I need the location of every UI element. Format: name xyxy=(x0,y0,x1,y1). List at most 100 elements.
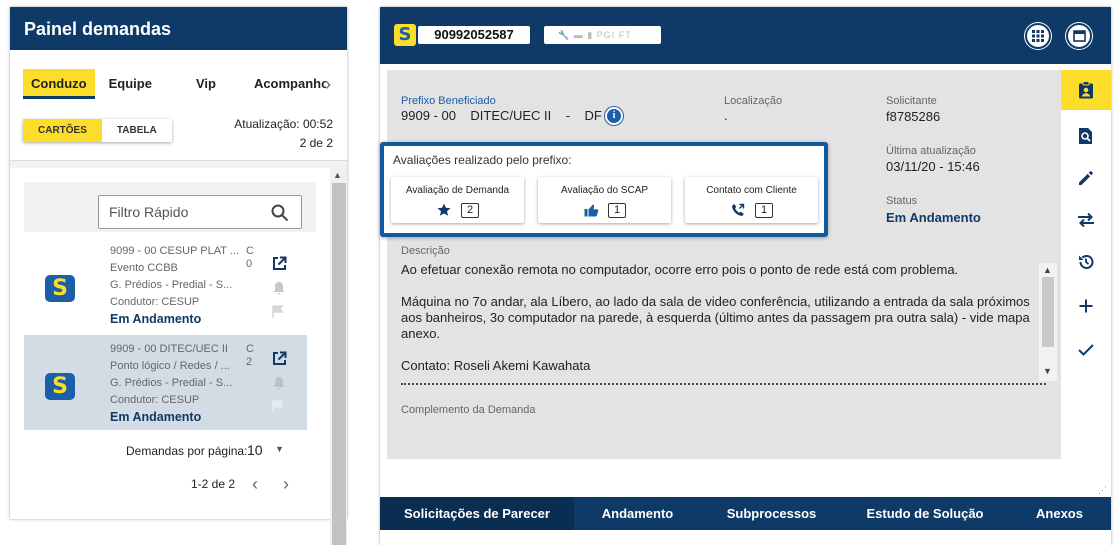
card-conductor: Condutor: CESUP xyxy=(110,394,200,406)
bell-icon[interactable] xyxy=(272,376,286,390)
open-external-icon[interactable] xyxy=(272,256,287,271)
description-box[interactable]: Ao efetuar conexão remota no computador,… xyxy=(399,255,1057,381)
tab-equipe[interactable]: Equipe xyxy=(101,69,160,99)
tab-anexos[interactable]: Anexos xyxy=(1008,497,1111,530)
card-prefix: 9909 - 00 DITEC/UEC II xyxy=(110,343,228,355)
tab-conduzo[interactable]: Conduzo xyxy=(23,69,95,99)
window-icon xyxy=(1072,30,1086,42)
card-truncated-text: C0 xyxy=(246,245,254,270)
add-button[interactable] xyxy=(1061,286,1111,326)
card-truncated-text: C2 xyxy=(246,343,254,368)
divider xyxy=(10,160,347,168)
tool-labels: PGI FT xyxy=(596,30,632,40)
popup-title: Avaliações realizado pelo prefixo: xyxy=(393,153,572,167)
search-icon[interactable] xyxy=(271,204,289,222)
info-icon[interactable]: i xyxy=(605,107,623,125)
document-search-icon xyxy=(1079,128,1092,144)
scroll-up-icon[interactable]: ▲ xyxy=(1043,265,1052,275)
eval-demand-count: 2 xyxy=(461,203,479,218)
last-update-value: 03/11/20 - 15:46 xyxy=(886,159,980,174)
tab-solicitacoes-parecer[interactable]: Solicitações de Parecer xyxy=(380,497,574,530)
tab-subprocessos[interactable]: Subprocessos xyxy=(701,497,842,530)
filter-placeholder: Filtro Rápido xyxy=(109,204,189,220)
transfer-button[interactable] xyxy=(1061,200,1111,240)
divider xyxy=(401,383,1046,385)
chevron-right-icon[interactable]: › xyxy=(325,74,331,95)
card-status: Em Andamento xyxy=(110,312,202,326)
history-button[interactable] xyxy=(1061,242,1111,282)
complete-button[interactable] xyxy=(1061,330,1111,370)
open-external-icon[interactable] xyxy=(272,351,287,366)
card-prefix: 9099 - 00 CESUP PLAT ... xyxy=(110,245,240,257)
edit-button[interactable] xyxy=(1061,158,1111,198)
list-scrollbar-thumb[interactable] xyxy=(332,183,346,545)
view-toggle: CARTÕES TABELA xyxy=(23,119,172,142)
client-contact-count: 1 xyxy=(755,203,773,218)
evaluations-popup: Avaliações realizado pelo prefixo: Avali… xyxy=(380,142,828,237)
eval-demand-card[interactable]: Avaliação de Demanda 2 xyxy=(391,177,524,223)
detail-header: S 90992052587 🔧 ▬ ▮ PGI FT xyxy=(380,7,1111,64)
scroll-up-icon[interactable]: ▲ xyxy=(333,170,342,180)
description-scrollbar[interactable]: ▲ ▼ xyxy=(1039,263,1057,381)
panel-title: Painel demandas xyxy=(10,7,347,50)
check-icon xyxy=(1078,344,1094,356)
grid-icon xyxy=(1032,30,1044,42)
chevron-down-icon[interactable]: ▼ xyxy=(275,444,284,454)
detail-content: Prefixo Beneficiado 9909 - 00 DITEC/UEC … xyxy=(387,70,1061,459)
filter-area: Filtro Rápido xyxy=(24,182,316,232)
eval-scap-card[interactable]: Avaliação do SCAP 1 xyxy=(538,177,671,223)
tab-andamento[interactable]: Andamento xyxy=(574,497,701,530)
prefix-label: Prefixo Beneficiado xyxy=(401,95,496,107)
pencil-icon xyxy=(1079,171,1093,185)
plus-icon xyxy=(1079,299,1093,313)
flag-icon[interactable] xyxy=(272,305,284,319)
apps-grid-button[interactable] xyxy=(1025,23,1051,49)
per-page-select[interactable]: 10 xyxy=(247,442,263,458)
per-page-selector: Demandas por página: 10 ▼ xyxy=(126,442,284,458)
swap-arrows-icon xyxy=(1078,212,1094,228)
details-button[interactable] xyxy=(1061,70,1111,110)
fullscreen-button[interactable] xyxy=(1066,23,1092,49)
tool-icons-bar: 🔧 ▬ ▮ PGI FT xyxy=(544,26,661,44)
next-page-icon[interactable]: › xyxy=(283,474,289,495)
demand-card[interactable]: S 9099 - 00 CESUP PLAT ... Evento CCBB G… xyxy=(24,237,307,332)
resize-handle-icon[interactable]: ⋰ xyxy=(1098,485,1107,496)
update-info: Atualização: 00:52 2 de 2 xyxy=(234,115,333,153)
tab-acompanho[interactable]: Acompanho xyxy=(246,69,326,99)
requester-label: Solicitante xyxy=(886,95,937,107)
card-category: G. Prédios - Predial - S... xyxy=(110,279,233,291)
card-subject: Ponto lógico / Redes / ... xyxy=(110,360,230,372)
view-table-button[interactable]: TABELA xyxy=(101,119,172,142)
bell-icon[interactable] xyxy=(272,281,286,295)
eval-scap-count: 1 xyxy=(608,203,626,218)
demand-detail: S 90992052587 🔧 ▬ ▮ PGI FT Prefixo Benef… xyxy=(380,7,1111,545)
card-status: Em Andamento xyxy=(110,410,202,424)
star-icon xyxy=(437,203,451,216)
card-category: G. Prédios - Predial - S... xyxy=(110,377,233,389)
flag-icon[interactable] xyxy=(272,400,284,414)
pagination: 1-2 de 2 ‹ › xyxy=(191,474,289,494)
action-sidebar xyxy=(1061,70,1111,400)
last-update-label: Última atualização xyxy=(886,145,976,157)
client-contact-card[interactable]: Contato com Cliente 1 xyxy=(685,177,818,223)
wrench-icon: 🔧 xyxy=(558,30,571,40)
phone-icon xyxy=(732,203,745,216)
requester-value: f8785286 xyxy=(886,109,941,124)
prev-page-icon[interactable]: ‹ xyxy=(252,474,258,495)
scroll-down-icon[interactable]: ▼ xyxy=(1043,366,1052,376)
tab-vip[interactable]: Vip xyxy=(188,69,224,99)
location-value: . xyxy=(724,108,728,123)
status-label: Status xyxy=(886,195,918,207)
demand-card-selected[interactable]: S 9909 - 00 DITEC/UEC II Ponto lógico / … xyxy=(24,335,307,430)
clipboard-user-icon xyxy=(1079,81,1093,99)
card-subject: Evento CCBB xyxy=(110,262,178,274)
search-document-button[interactable] xyxy=(1061,116,1111,156)
prefix-value: 9909 - 00 DITEC/UEC II - DF xyxy=(401,108,602,123)
quick-filter-input[interactable]: Filtro Rápido xyxy=(98,195,302,229)
tab-estudo-solucao[interactable]: Estudo de Solução xyxy=(842,497,1008,530)
view-cards-button[interactable]: CARTÕES xyxy=(23,119,102,142)
company-logo: S xyxy=(45,373,75,400)
page-range: 1-2 de 2 xyxy=(191,477,236,491)
per-page-label: Demandas por página: xyxy=(126,444,248,458)
company-logo: S xyxy=(394,24,416,46)
